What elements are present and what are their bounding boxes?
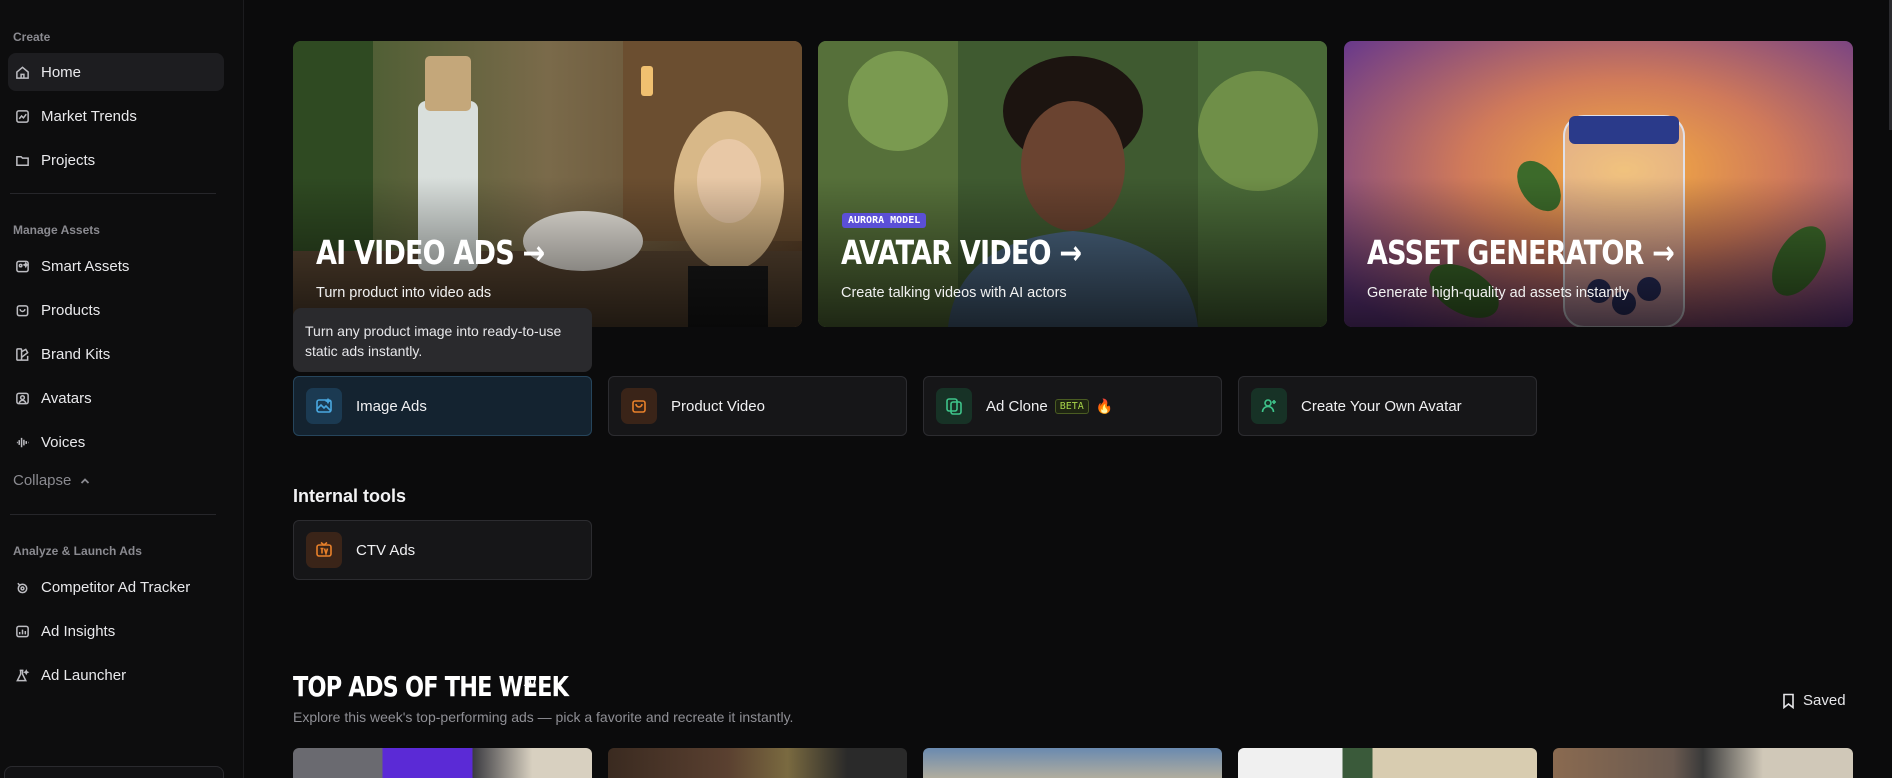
saved-button[interactable]: Saved — [1782, 692, 1846, 709]
rocket-flask-icon — [14, 667, 31, 684]
sidebar-item-label: Avatars — [41, 389, 92, 407]
top-ads-ai-tag: AI — [524, 675, 536, 689]
top-ad-thumbnail[interactable] — [923, 748, 1222, 778]
hero-subtitle: Generate high-quality ad assets instantl… — [1367, 285, 1629, 301]
sidebar-bottom-panel[interactable] — [4, 766, 224, 778]
sidebar-divider — [10, 514, 216, 515]
sidebar-item-label: Brand Kits — [41, 345, 111, 363]
sidebar-item-label: Ad Insights — [41, 622, 116, 640]
smart-assets-icon — [14, 258, 31, 275]
avatar-icon — [14, 390, 31, 407]
sidebar-section-analyze: Analyze & Launch Ads — [13, 544, 142, 558]
bag-icon — [621, 388, 657, 424]
top-ad-thumbnail[interactable] — [608, 748, 907, 778]
sidebar-item-label: Smart Assets — [41, 257, 130, 275]
sidebar-item-products[interactable]: Products — [8, 291, 224, 329]
tool-ctv-ads[interactable]: CTV Ads — [293, 520, 592, 580]
sidebar-item-label: Voices — [41, 433, 86, 451]
aurora-model-badge: AURORA MODEL — [842, 213, 927, 228]
internal-tools-heading: Internal tools — [293, 486, 407, 506]
tool-image-ads[interactable]: Image Ads — [293, 376, 592, 436]
hero-title: ASSET GENERATOR → — [1367, 233, 1675, 272]
sidebar-item-label: Products — [41, 301, 101, 319]
tool-label: Product Video — [671, 397, 765, 415]
top-ad-thumbnail[interactable] — [293, 748, 592, 778]
image-ads-tooltip: Turn any product image into ready-to-use… — [293, 308, 592, 372]
tool-label: Ad Clone — [986, 397, 1048, 415]
sidebar-item-smart-assets[interactable]: Smart Assets — [8, 247, 224, 285]
top-ad-thumbnail[interactable] — [1553, 748, 1853, 778]
hero-subtitle: Create talking videos with AI actors — [841, 285, 1067, 301]
sidebar-item-competitor-ad-tracker[interactable]: Competitor Ad Tracker — [8, 568, 224, 606]
tool-label: Create Your Own Avatar — [1301, 397, 1462, 415]
collapse-toggle[interactable]: Collapse — [13, 472, 91, 489]
chevron-up-icon — [81, 477, 90, 484]
user-plus-icon — [1251, 388, 1287, 424]
sidebar-item-voices[interactable]: Voices — [8, 423, 224, 461]
hero-card-avatar-video[interactable]: AURORA MODEL AVATAR VIDEO → Create talki… — [818, 41, 1327, 327]
tool-product-video[interactable]: Product Video — [608, 376, 907, 436]
home-icon — [14, 64, 31, 81]
shopping-bag-icon — [14, 302, 31, 319]
app-root: Create Home Market Trends Projects Manag… — [0, 0, 1892, 778]
sidebar-item-brand-kits[interactable]: Brand Kits — [8, 335, 224, 373]
sidebar-item-label: Ad Launcher — [41, 666, 127, 684]
ad-clone-icon — [936, 388, 972, 424]
sidebar-section-create: Create — [13, 30, 51, 44]
hero-card-asset-generator[interactable]: ASSET GENERATOR → Generate high-quality … — [1344, 41, 1853, 327]
trend-chart-icon — [14, 108, 31, 125]
sidebar-item-label: Home — [41, 63, 82, 81]
sidebar-item-home[interactable]: Home — [8, 53, 224, 91]
top-ad-thumbnail[interactable] — [1238, 748, 1537, 778]
image-sparkle-icon — [306, 388, 342, 424]
tool-create-your-own-avatar[interactable]: Create Your Own Avatar — [1238, 376, 1537, 436]
folder-icon — [14, 152, 31, 169]
tool-ad-clone[interactable]: Ad Clone BETA 🔥 — [923, 376, 1222, 436]
tracker-icon — [14, 579, 31, 596]
hero-subtitle: Turn product into video ads — [316, 285, 492, 301]
tool-label: Image Ads — [356, 397, 427, 415]
sidebar-item-market-trends[interactable]: Market Trends — [8, 97, 224, 135]
sidebar-section-manage: Manage Assets — [13, 223, 100, 237]
collapse-label: Collapse — [13, 472, 72, 489]
sidebar-item-label: Market Trends — [41, 107, 137, 125]
sidebar-item-avatars[interactable]: Avatars — [8, 379, 224, 417]
tool-label: CTV Ads — [356, 541, 416, 559]
hero-card-ai-video-ads[interactable]: AI VIDEO ADS → Turn product into video a… — [293, 41, 802, 327]
insights-icon — [14, 623, 31, 640]
sidebar: Create Home Market Trends Projects Manag… — [0, 0, 244, 778]
sidebar-divider — [10, 193, 216, 194]
sidebar-item-label: Competitor Ad Tracker — [41, 578, 191, 596]
sidebar-item-projects[interactable]: Projects — [8, 141, 224, 179]
tv-icon — [306, 532, 342, 568]
beta-badge: BETA — [1054, 398, 1089, 414]
hero-title: AI VIDEO ADS → — [316, 233, 545, 272]
bookmark-icon — [1783, 693, 1794, 709]
hero-title: AVATAR VIDEO → — [841, 233, 1082, 272]
sidebar-item-label: Projects — [41, 151, 96, 169]
palette-icon — [14, 346, 31, 363]
waveform-icon — [14, 434, 31, 451]
sidebar-item-ad-launcher[interactable]: Ad Launcher — [8, 656, 224, 694]
saved-label: Saved — [1803, 692, 1846, 709]
fire-icon: 🔥 — [1095, 397, 1114, 414]
sidebar-item-ad-insights[interactable]: Ad Insights — [8, 612, 224, 650]
top-ads-subtitle: Explore this week's top-performing ads —… — [293, 709, 794, 725]
